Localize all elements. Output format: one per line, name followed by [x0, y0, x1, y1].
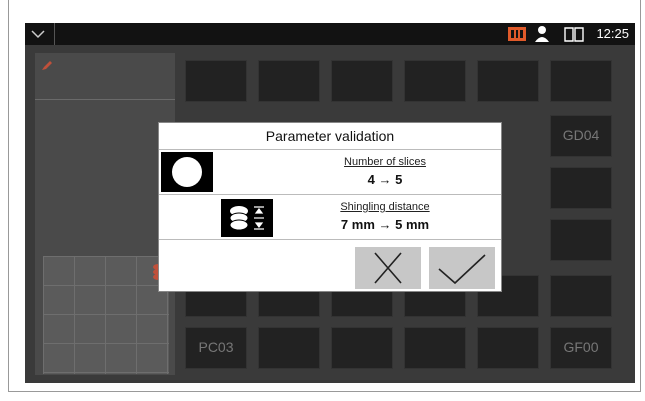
parameter-validation-dialog: Parameter validation Number of slices 4 …	[158, 122, 502, 292]
param-value: 7 mm → 5 mm	[340, 217, 430, 232]
shingling-icon	[221, 199, 273, 237]
program-tile[interactable]	[550, 219, 612, 261]
left-panel-header	[35, 53, 175, 100]
program-tile[interactable]	[477, 60, 539, 102]
program-tile-gf00[interactable]: GF00	[550, 327, 612, 369]
program-tile[interactable]	[550, 167, 612, 209]
program-tile[interactable]	[404, 60, 466, 102]
cancel-button[interactable]	[355, 247, 421, 289]
param-row-shingling: Shingling distance 7 mm → 5 mm	[159, 195, 501, 240]
chevron-down-icon[interactable]	[29, 25, 47, 43]
param-value: 4 → 5	[367, 172, 403, 187]
clock: 12:25	[596, 26, 629, 41]
slice-count-icon	[161, 152, 213, 192]
left-panel	[35, 53, 175, 375]
program-tile[interactable]	[258, 327, 320, 369]
program-tile[interactable]	[477, 327, 539, 369]
param-label: Shingling distance	[340, 201, 430, 213]
cancel-icon	[374, 252, 402, 284]
confirm-button[interactable]	[429, 247, 495, 289]
top-bar: 12:25	[25, 23, 635, 45]
dialog-title: Parameter validation	[159, 123, 501, 150]
user-icon[interactable]	[533, 25, 551, 43]
program-tile[interactable]	[550, 60, 612, 102]
program-tile[interactable]	[258, 60, 320, 102]
param-row-slices: Number of slices 4 → 5	[159, 150, 501, 195]
slice-grid[interactable]	[43, 256, 169, 374]
program-tile[interactable]	[331, 327, 393, 369]
program-tile[interactable]	[185, 60, 247, 102]
program-tile[interactable]	[331, 60, 393, 102]
machine-status-icon[interactable]	[507, 25, 527, 43]
topbar-divider	[54, 23, 55, 45]
program-tile-pc03[interactable]: PC03	[185, 327, 247, 369]
program-tile[interactable]	[550, 275, 612, 317]
book-icon[interactable]	[563, 25, 585, 43]
program-tile[interactable]	[404, 327, 466, 369]
confirm-icon	[438, 254, 486, 285]
param-label: Number of slices	[344, 156, 426, 168]
pencil-icon[interactable]	[41, 59, 53, 71]
program-tile-gd04[interactable]: GD04	[550, 115, 612, 157]
